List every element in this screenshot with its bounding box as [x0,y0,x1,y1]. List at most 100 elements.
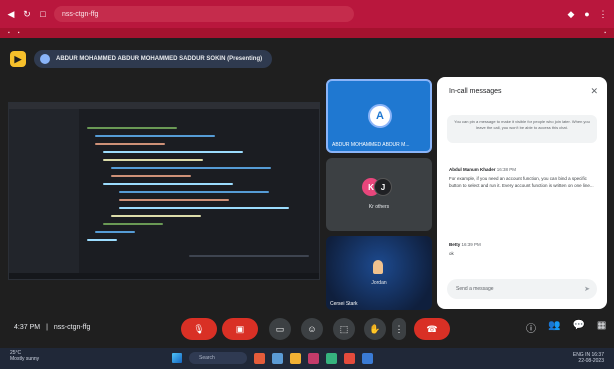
message-time: 16:38 PM [496,167,517,172]
code-line [111,167,271,169]
code-line [103,223,163,225]
close-icon[interactable]: ✕ [590,86,598,97]
code-line [119,199,229,201]
reload-icon[interactable]: ↻ [22,9,32,19]
tab-icon[interactable]: □ [38,9,48,19]
editor-sidebar [9,109,79,275]
app-icon[interactable] [326,352,337,364]
leave-call-button[interactable]: ☎ [414,318,450,340]
code-line [103,159,203,161]
search-placeholder: Search [199,355,215,361]
message-sender: Betty 16:39 PM [449,242,481,247]
message-time: 16:39 PM [461,242,481,247]
activities-icon[interactable]: ▦ [597,320,606,335]
app-icon[interactable] [308,352,319,364]
participant-tile[interactable]: Jordan Cersei Stark [326,236,432,310]
present-icon [40,54,50,64]
chrome-icon[interactable] [344,352,355,364]
message-sender: Abdul Manum Khader 16:38 PM [449,167,516,172]
address-bar[interactable]: nss-ctgn-ffg [54,6,354,22]
weather-widget[interactable]: 25°C Mostly sunny [10,350,39,362]
window: ◀ ↻ □ nss-ctgn-ffg ◆ ● ⋮ ▪ ▪ ▪ ▶ ABDUR M… [0,0,614,369]
shared-taskbar [9,273,319,279]
presenter-pill[interactable]: ABDUR MOHAMMED ABDUR MOHAMMED SADDUR SOK… [34,50,273,68]
code-line [95,231,135,233]
participant-name: Kr others [368,204,390,210]
sender-name: Abdul Manum Khader [449,167,496,172]
bookmark-item[interactable]: ▪ [18,30,20,36]
emoji-icon: ☺ [307,324,317,334]
participant-label: Jordan [371,280,387,286]
code-line [95,135,215,137]
mic-off-icon: 🎙 [193,323,205,334]
start-icon[interactable] [172,353,182,363]
code-line [87,239,117,241]
code-line [103,151,243,153]
info-icon[interactable]: ⓘ [526,320,536,335]
meeting-code: nss-ctgn-ffg [53,324,91,331]
code-line [189,255,309,257]
app-icon[interactable] [272,352,283,364]
participant-video [373,260,383,274]
app-icon[interactable] [254,352,265,364]
meeting-info: 4:37 PM | nss-ctgn-ffg [14,324,90,331]
mic-button[interactable]: 🎙 [181,318,217,340]
code-line [95,143,165,145]
separator: | [46,324,48,331]
more-options-button[interactable]: ⋮ [392,318,406,340]
side-controls: ⓘ 👥 💬 ▦ [526,320,606,335]
code-line [119,191,269,193]
hand-icon: ✋ [369,323,381,334]
camera-off-icon: ▣ [235,323,245,334]
participant-tile[interactable]: K J Kr others [326,158,432,231]
code-line [87,127,177,129]
raise-hand-button[interactable]: ✋ [364,318,386,340]
message-text: ok [449,251,454,256]
taskbar-search[interactable]: Search [189,352,247,364]
code-line [111,215,201,217]
captions-button[interactable]: ▭ [269,318,291,340]
participant-name: Cersei Stark [330,301,358,307]
present-icon: ⬚ [339,323,349,334]
participant-name: ABDUR MOHAMMED ABDUR M... [332,142,410,148]
sender-name: Betty [449,242,461,247]
avatar: A [368,104,392,128]
message-text: For example, if you need an account func… [449,176,594,188]
more-icon: ⋮ [394,323,404,334]
avatar: J [374,178,392,196]
browser-toolbar: ◀ ↻ □ nss-ctgn-ffg ◆ ● ⋮ [0,0,614,28]
meeting-time: 4:37 PM [14,324,41,331]
chat-info-banner: You can pin a message to make it visible… [447,115,597,143]
chat-input-placeholder: Send a message [456,286,494,292]
participant-tile[interactable]: A ABDUR MOHAMMED ABDUR M... [326,79,432,153]
clock-date: 22-08-2023 [578,358,604,364]
system-tray[interactable]: ENG IN 16:37 22-08-2023 [573,352,604,364]
chat-icon[interactable]: 💬 [572,320,584,335]
shared-screen [8,102,320,280]
chat-input[interactable]: Send a message ➤ [447,279,597,299]
taskbar-apps: Search [172,352,373,364]
bookmark-item[interactable]: ▪ [604,30,606,36]
extension-icon[interactable]: ◆ [566,9,576,19]
app-icon[interactable] [362,352,373,364]
send-icon[interactable]: ➤ [584,285,590,293]
camera-button[interactable]: ▣ [222,318,258,340]
code-line [111,175,191,177]
folder-icon[interactable] [290,352,301,364]
meet-header: ▶ ABDUR MOHAMMED ABDUR MOHAMMED SADDUR S… [0,46,614,72]
present-button[interactable]: ⬚ [333,318,355,340]
chat-panel: In-call messages ✕ You can pin a message… [437,77,607,309]
presenter-label: ABDUR MOHAMMED ABDUR MOHAMMED SADDUR SOK… [56,56,263,62]
captions-icon: ▭ [275,323,285,334]
code-line [103,183,233,185]
code-line [119,207,289,209]
chat-title: In-call messages [449,88,502,95]
profile-icon[interactable]: ● [582,9,592,19]
menu-icon[interactable]: ⋮ [598,9,608,19]
back-icon[interactable]: ◀ [6,9,16,19]
bookmark-item[interactable]: ▪ [8,30,10,36]
emoji-button[interactable]: ☺ [301,318,323,340]
bookmarks-bar: ▪ ▪ ▪ [0,28,614,38]
meet-icon: ▶ [10,51,26,67]
people-icon[interactable]: 👥 [548,320,560,335]
